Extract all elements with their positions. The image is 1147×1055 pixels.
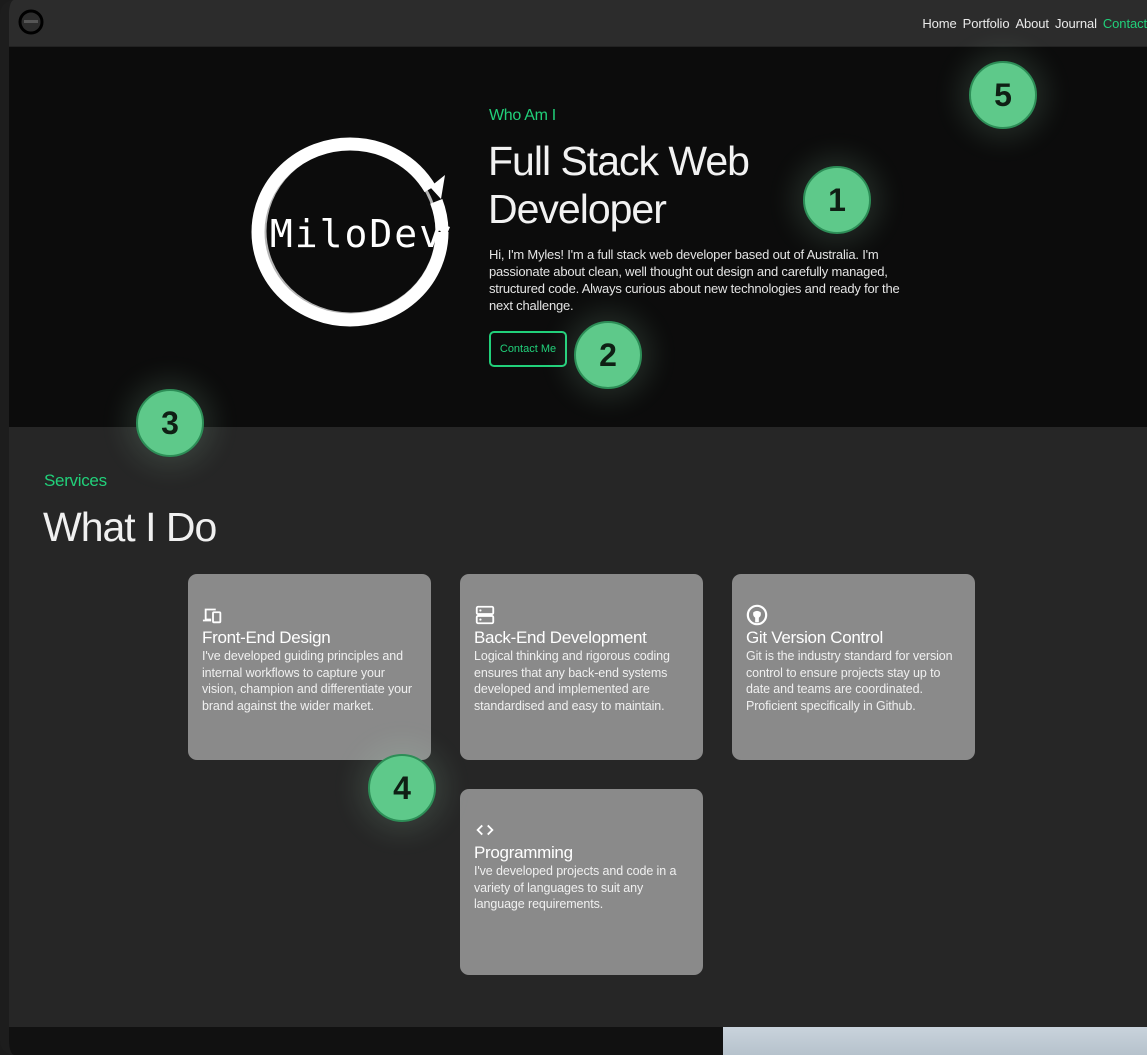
service-card-text: Logical thinking and rigorous coding ens… — [474, 649, 670, 713]
service-card-text: I've developed projects and code in a va… — [474, 864, 677, 911]
service-card-front-end: Front-End Design I've developed guiding … — [188, 574, 431, 760]
nav-links: Home Portfolio About Journal Contact — [922, 16, 1147, 31]
nav-link-contact[interactable]: Contact — [1103, 16, 1147, 31]
hero-logo-text: MiloDev — [270, 212, 444, 256]
nav-link-portfolio[interactable]: Portfolio — [963, 16, 1010, 31]
service-card-programming: Programming I've developed projects and … — [460, 789, 703, 975]
browser-viewport: Home Portfolio About Journal Contact Mil… — [0, 0, 1147, 1055]
annotation-badge-5: 5 — [969, 61, 1037, 129]
service-card-text: I've developed guiding principles and in… — [202, 649, 412, 713]
server-icon — [475, 605, 495, 625]
navbar: Home Portfolio About Journal Contact — [9, 0, 1147, 47]
service-card-title: Programming — [474, 843, 573, 862]
nav-link-home[interactable]: Home — [922, 16, 956, 31]
hero-title: Full Stack Web Developer — [488, 138, 750, 232]
annotation-badge-3: 3 — [136, 389, 204, 457]
code-icon — [476, 824, 494, 836]
milodev-brush-logo: MiloDev — [251, 137, 450, 327]
service-card-git: Git Version Control Git is the industry … — [732, 574, 975, 760]
nav-link-journal[interactable]: Journal — [1055, 16, 1097, 31]
service-card-title: Git Version Control — [746, 628, 883, 647]
annotation-badge-2: 2 — [574, 321, 642, 389]
nav-link-about[interactable]: About — [1015, 16, 1049, 31]
services-title: What I Do — [43, 504, 217, 550]
devices-icon — [202, 608, 222, 624]
service-card-title: Front-End Design — [202, 628, 331, 647]
services-section: Services What I Do Front-End Design I've… — [9, 427, 1147, 1027]
service-card-title: Back-End Development — [474, 628, 647, 647]
service-card-text: Git is the industry standard for version… — [746, 649, 953, 713]
preview-image — [723, 1027, 1147, 1055]
next-section-preview — [9, 1027, 1147, 1055]
annotation-badge-4: 4 — [368, 754, 436, 822]
service-card-back-end: Back-End Development Logical thinking an… — [460, 574, 703, 760]
github-icon — [746, 604, 768, 626]
annotation-badge-1: 1 — [803, 166, 871, 234]
services-eyebrow: Services — [44, 471, 107, 490]
milodev-logo-icon[interactable] — [17, 8, 45, 36]
hero-eyebrow: Who Am I — [489, 107, 556, 124]
contact-me-button[interactable]: Contact Me — [489, 331, 567, 367]
hero-bio: Hi, I'm Myles! I'm a full stack web deve… — [489, 247, 900, 313]
